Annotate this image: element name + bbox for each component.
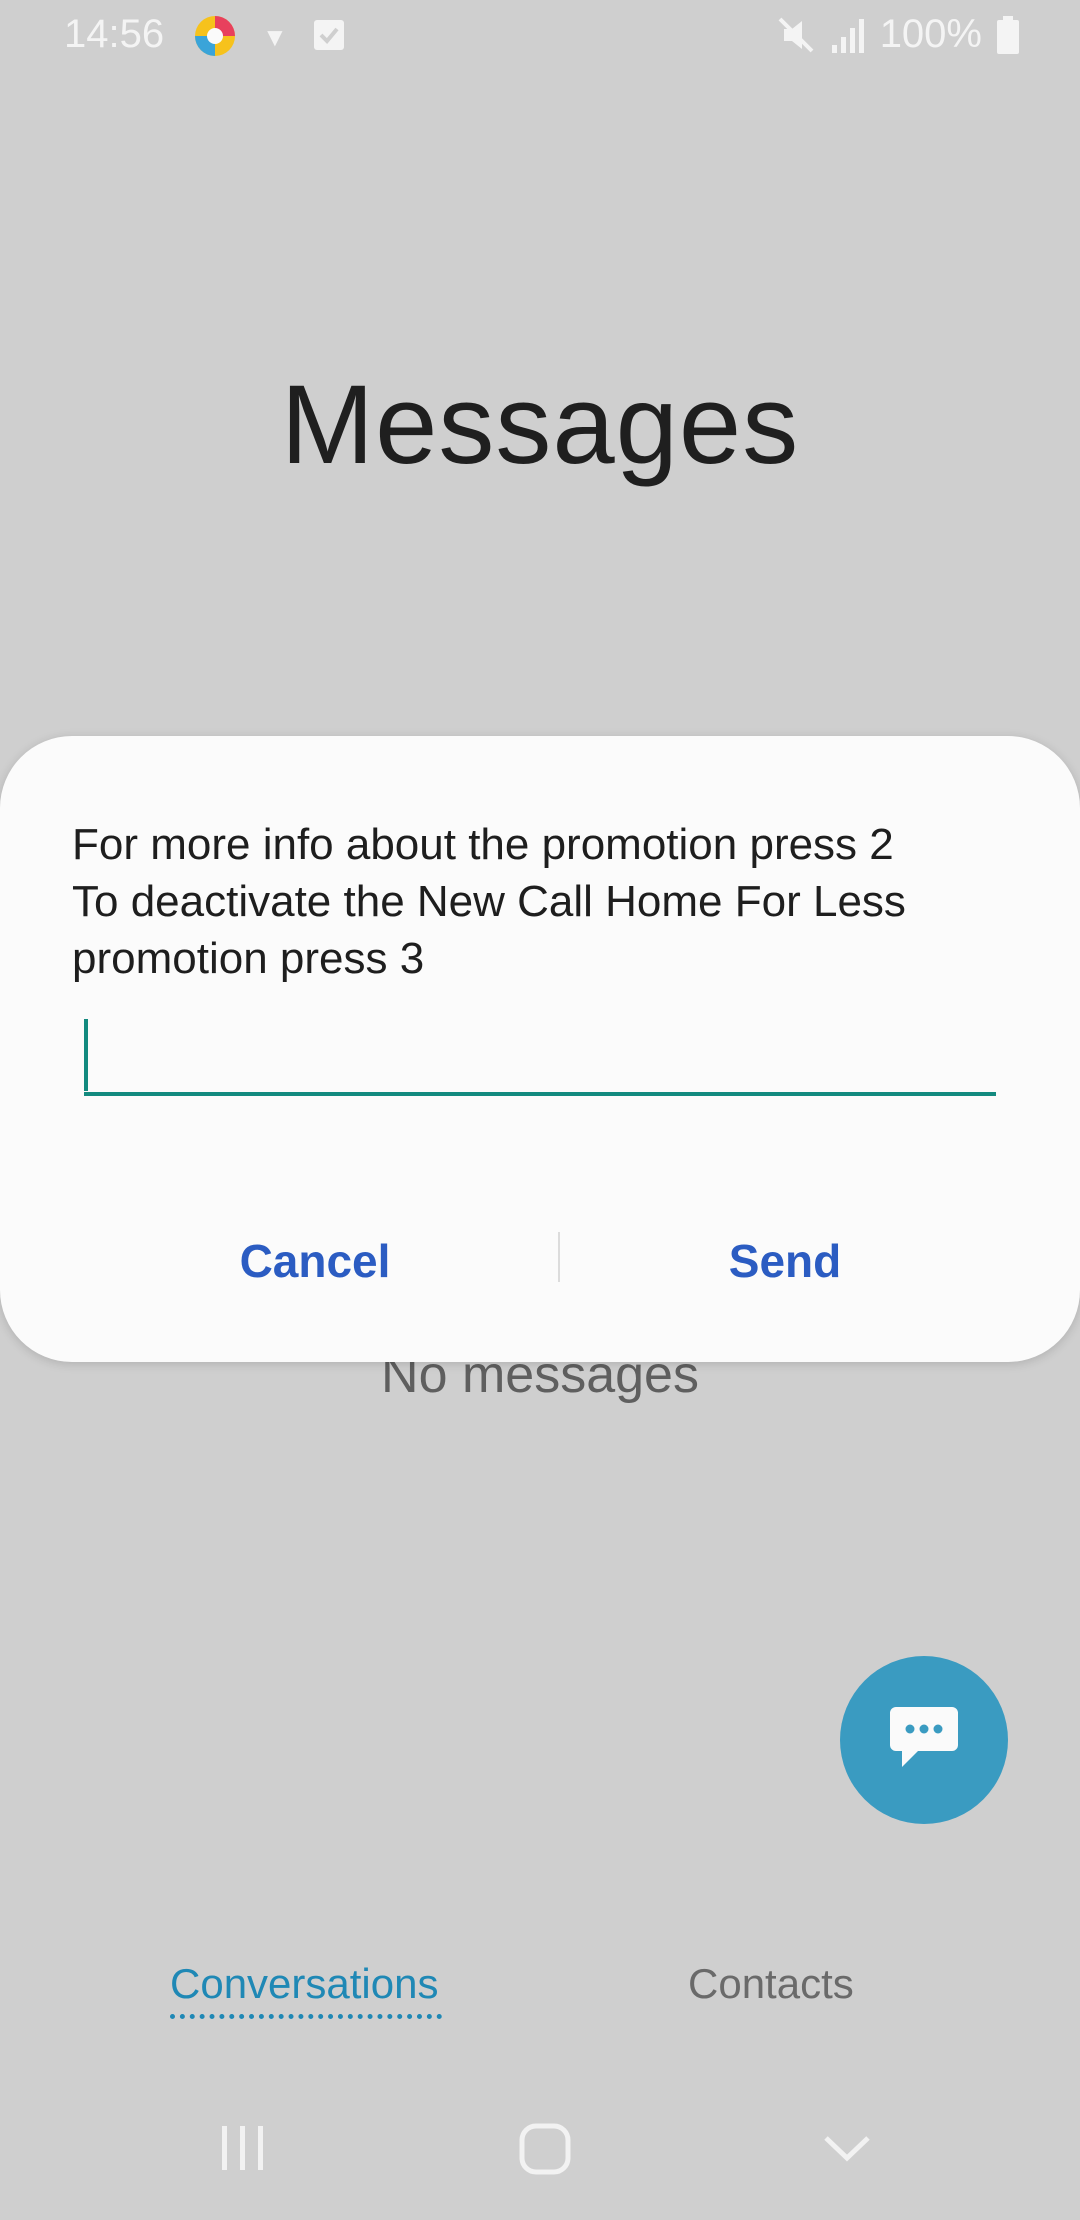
app-icon [193,14,237,58]
chat-icon [888,1705,960,1776]
navigation-bar [0,2100,1080,2200]
back-chevron-down-icon[interactable] [822,2120,872,2181]
compose-message-button[interactable] [840,1656,1008,1824]
text-cursor [84,1019,88,1091]
caret-down-icon: ▼ [262,22,288,52]
reply-input[interactable] [84,1016,996,1096]
dialog-message: For more info about the promotion press … [72,820,906,983]
send-button[interactable]: Send [515,1206,1055,1316]
signal-icon [830,15,866,55]
battery-level: 100% [879,12,982,56]
tab-conversations[interactable]: Conversations [170,1960,438,2008]
mute-icon [776,15,816,55]
recent-apps-icon[interactable] [218,2120,268,2181]
status-time: 14:56 [64,12,165,56]
status-bar: 14:56 ▼ 100% [0,0,1080,72]
app-title: Messages [280,362,800,487]
tab-active-indicator [170,2014,442,2019]
bottom-tabs: Conversations Contacts [0,1960,1080,2050]
checkbox-icon [312,17,346,51]
ussd-dialog: For more info about the promotion press … [0,736,1080,1362]
tab-contacts[interactable]: Contacts [688,1960,854,2008]
cancel-button[interactable]: Cancel [45,1206,585,1316]
dialog-buttons: Cancel Send [0,1206,1080,1316]
battery-icon [996,15,1020,55]
home-icon[interactable] [518,2120,572,2181]
